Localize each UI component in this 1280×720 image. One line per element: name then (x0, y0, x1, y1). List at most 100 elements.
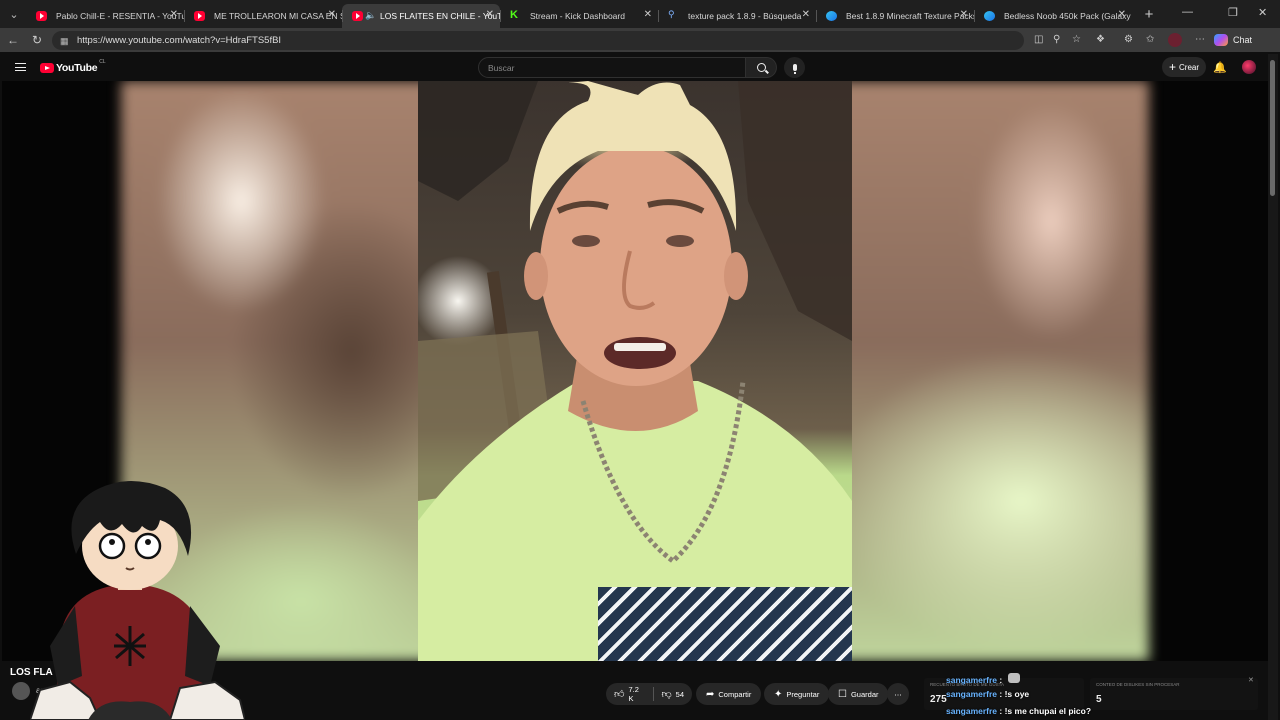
like-button[interactable]: 👍︎ 7.2 K (606, 683, 653, 705)
menu-icon[interactable] (15, 63, 26, 71)
tab-kick-dashboard[interactable]: K Stream - Kick Dashboard ✕ (500, 4, 658, 28)
site-info-icon[interactable]: ▦ (60, 36, 70, 46)
tab-texture-pack-search[interactable]: ⚲ texture pack 1.8.9 - Búsqueda ✕ (658, 4, 816, 28)
create-label: Crear (1179, 62, 1200, 72)
dislike-count: 54 (675, 689, 684, 699)
chat-label: Chat (1233, 35, 1253, 45)
tab-actions-menu-icon[interactable]: ⌄ (2, 4, 26, 24)
copilot-chat-button[interactable]: Chat (1214, 32, 1252, 48)
overlay-close-icon: ✕ (1248, 677, 1254, 684)
copilot-icon (1214, 34, 1228, 46)
search-icon (756, 63, 766, 72)
tab-me-trollearon[interactable]: ME TROLLEARON MI CASA EN SU ✕ (184, 4, 342, 28)
video-person-illustration (418, 81, 852, 661)
chat-username: sangamerfre (946, 689, 998, 699)
sparkle-icon: ✦ (774, 688, 783, 700)
chat-username: sangamerfre (946, 706, 998, 716)
share-button[interactable]: ➦ Compartir (696, 683, 762, 705)
notifications-bell-icon[interactable]: 🔔 (1213, 61, 1227, 74)
vtuber-avatar (30, 481, 245, 720)
country-code: CL (99, 59, 106, 65)
share-icon: ➦ (706, 688, 715, 700)
maximize-icon[interactable]: ❐ (1228, 6, 1238, 19)
reload-icon[interactable]: ↻ (25, 33, 49, 47)
page-scrollbar-thumb[interactable] (1270, 60, 1275, 196)
favorite-star-icon[interactable]: ☆ (1072, 34, 1081, 45)
tab-title: Bedless Noob 450k Pack (Galaxy (1004, 11, 1131, 21)
minimize-icon[interactable]: — (1182, 6, 1193, 18)
thumbs-up-icon: 👍︎ (614, 689, 625, 700)
more-icon: ⋯ (894, 689, 902, 699)
close-tab-icon[interactable]: ✕ (328, 9, 336, 20)
youtube-icon (352, 11, 363, 21)
stream-overlay: RECUENTO BRUTO DE ME GUSTA 275 CONTEO DE… (924, 668, 1264, 720)
tab-title: texture pack 1.8.9 - Búsqueda (688, 11, 802, 21)
plus-icon: + (1168, 60, 1176, 74)
dislike-button[interactable]: 👎︎ 54 (654, 683, 693, 705)
browser-tab-strip: ⌄ Pablo Chill-E - RESENTIA - YouTub ✕ ME… (0, 0, 1280, 28)
search-input[interactable]: Buscar (478, 57, 746, 78)
close-window-icon[interactable]: ✕ (1258, 6, 1267, 19)
like-dislike-group: 👍︎ 7.2 K 👎︎ 54 (606, 683, 692, 705)
favorites-icon[interactable]: ✩ (1146, 34, 1154, 45)
back-icon[interactable]: ← (1, 33, 25, 47)
youtube-play-icon (40, 63, 54, 73)
more-actions-button[interactable]: ⋯ (887, 683, 909, 705)
chat-message: sangamerfre : (946, 673, 1020, 685)
close-tab-icon[interactable]: ✕ (960, 9, 968, 20)
close-tab-icon[interactable]: ✕ (1118, 9, 1126, 20)
create-button[interactable]: + Crear (1162, 57, 1206, 77)
profile-avatar[interactable] (1168, 33, 1182, 47)
close-tab-icon[interactable]: ✕ (170, 9, 178, 20)
video-shirt-print (598, 587, 852, 661)
voice-search-button[interactable] (784, 57, 805, 78)
speaker-icon[interactable]: 🔈 (365, 10, 376, 21)
tab-los-flaites[interactable]: 🔈 LOS FLAITES EN CHILE - YouT ✕ (342, 4, 500, 28)
youtube-logo[interactable]: YouTube CL (40, 59, 106, 74)
chat-message: sangamerfre : !s oye (946, 689, 1029, 699)
chat-separator: : (997, 675, 1003, 685)
url-text: https://www.youtube.com/watch?v=HdraFTS5… (77, 35, 282, 46)
chat-text: !s me chupai el pico? (1002, 706, 1092, 716)
new-tab-button[interactable]: + (1138, 6, 1160, 23)
tab-title: Stream - Kick Dashboard (530, 11, 625, 21)
tab-title: ME TROLLEARON MI CASA EN SU (214, 11, 342, 21)
search-placeholder: Buscar (488, 63, 515, 73)
split-screen-icon[interactable]: ◫ (1034, 34, 1043, 45)
search-icon: ⚲ (668, 9, 675, 19)
dislikes-counter-value: 5 (1096, 694, 1102, 705)
youtube-header: YouTube CL Buscar + Crear 🔔 (2, 54, 1268, 81)
like-count: 7.2 K (628, 685, 639, 703)
share-label: Compartir (718, 689, 752, 699)
channel-avatar[interactable] (12, 682, 30, 700)
tab-bedless-noob[interactable]: Bedless Noob 450k Pack (Galaxy ✕ (974, 4, 1132, 28)
search-button[interactable] (746, 57, 777, 78)
dislikes-counter-box: CONTEO DE DISLIKES SIN PROCESAR 5 (1090, 678, 1258, 710)
tab-title: Best 1.8.9 Minecraft Texture Packs (846, 11, 974, 21)
save-playlist-icon: ☐ (838, 688, 847, 700)
extensions-icon[interactable]: ❖ (1096, 34, 1105, 45)
edge-icon (984, 11, 995, 21)
youtube-icon (194, 11, 205, 21)
likes-counter-value: 275 (930, 694, 947, 705)
more-options-icon[interactable]: ⋯ (1195, 34, 1205, 45)
youtube-icon (36, 11, 47, 21)
user-avatar[interactable] (1242, 60, 1256, 74)
close-tab-icon[interactable]: ✕ (802, 9, 810, 20)
save-button[interactable]: ☐ Guardar (828, 683, 889, 705)
browser-toolbar: ← ↻ ▦ https://www.youtube.com/watch?v=Hd… (0, 28, 1280, 52)
tab-pablo-chill-e[interactable]: Pablo Chill-E - RESENTIA - YouTub ✕ (26, 4, 184, 28)
close-tab-icon[interactable]: ✕ (486, 9, 494, 20)
video-frame (418, 81, 852, 661)
chat-text: !s oye (1002, 689, 1030, 699)
tab-best-texture-packs[interactable]: Best 1.8.9 Minecraft Texture Packs ✕ (816, 4, 974, 28)
address-bar[interactable]: ▦ https://www.youtube.com/watch?v=HdraFT… (52, 31, 1024, 50)
close-tab-icon[interactable]: ✕ (644, 9, 652, 20)
zoom-icon[interactable]: ⚲ (1053, 34, 1060, 45)
kick-icon: K (510, 9, 518, 21)
ask-label: Preguntar (786, 689, 820, 699)
ask-button[interactable]: ✦ Preguntar (764, 683, 830, 705)
tab-title: LOS FLAITES EN CHILE - YouT (380, 11, 500, 21)
save-label: Guardar (850, 689, 879, 699)
browser-essentials-icon[interactable]: ⚙ (1124, 34, 1133, 45)
